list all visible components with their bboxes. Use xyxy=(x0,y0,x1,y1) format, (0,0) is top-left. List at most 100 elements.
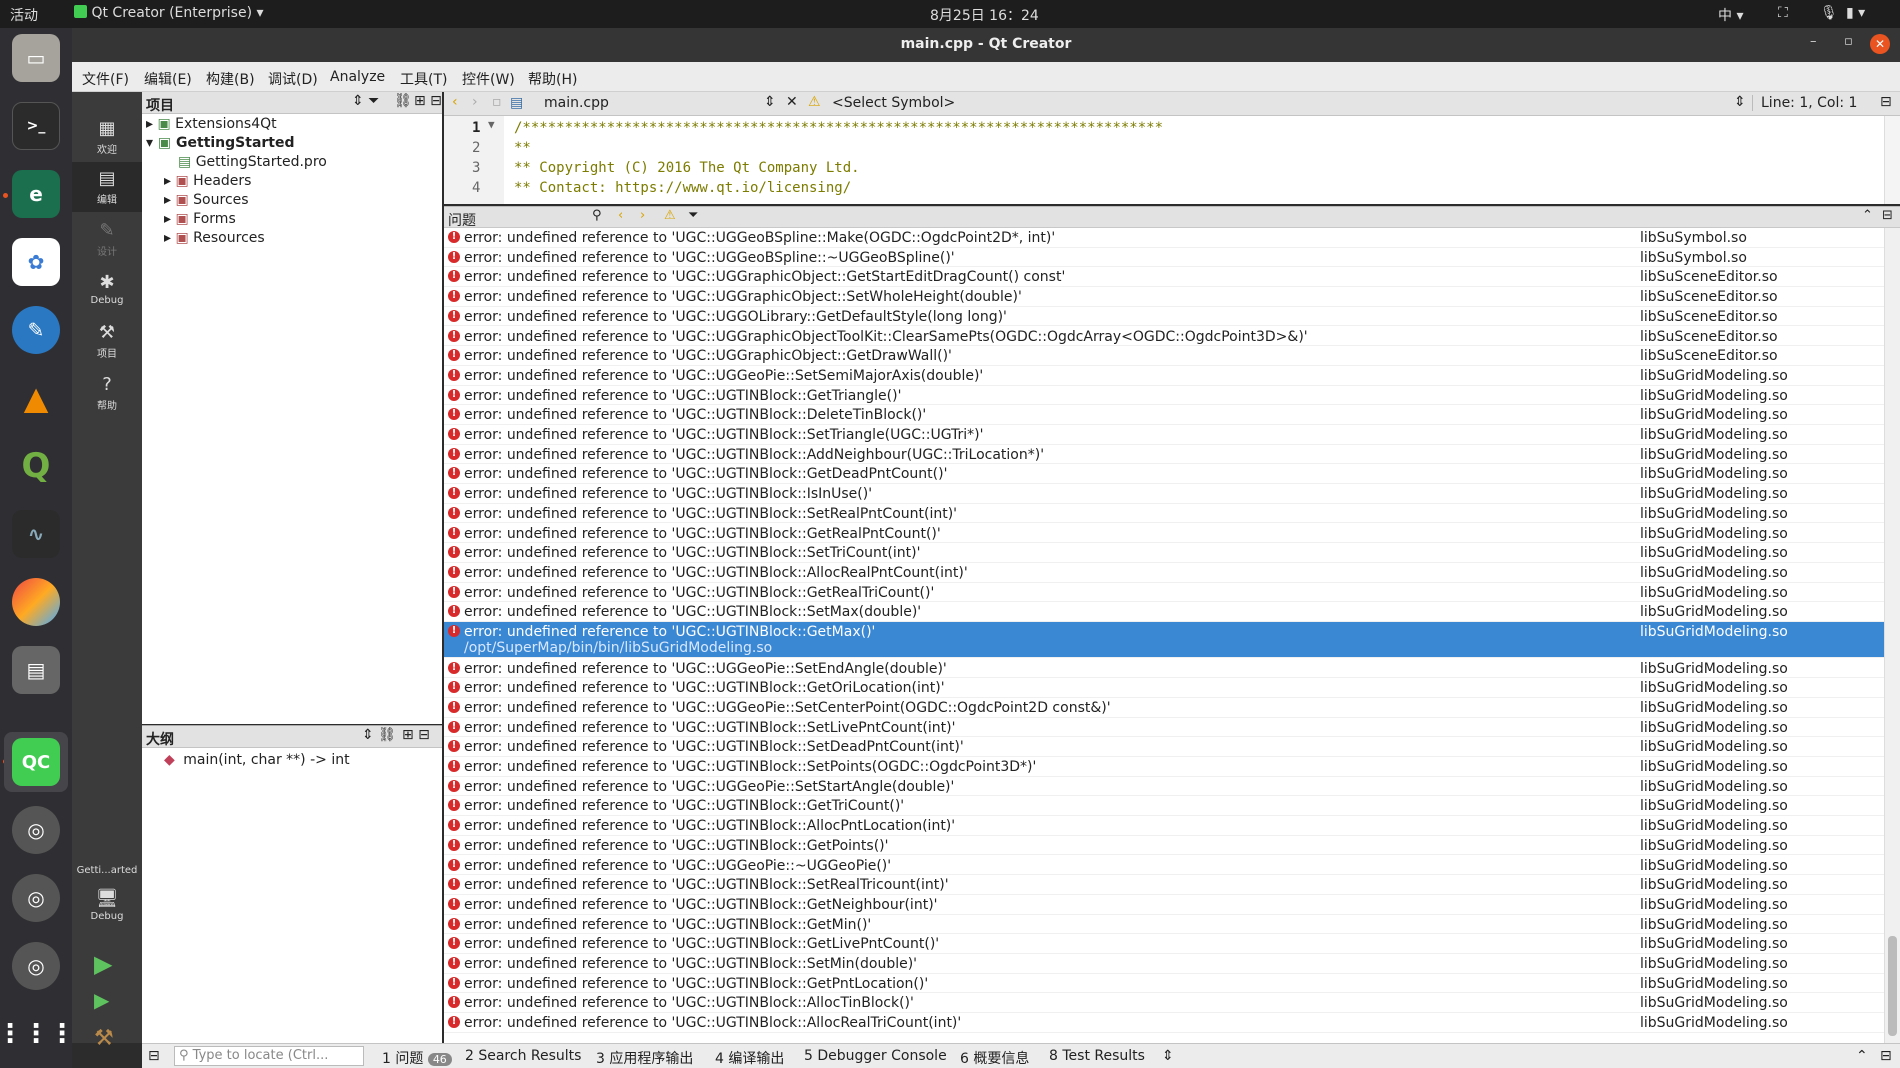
issue-row[interactable]: ! error: undefined reference to 'UGC::UGT… xyxy=(444,974,1884,994)
mode-debug[interactable]: ✱ Debug xyxy=(72,266,142,316)
close-icon[interactable]: ✕ xyxy=(1870,34,1890,54)
disc-icon[interactable]: ◎ xyxy=(12,874,60,922)
cursor-position[interactable]: Line: 1, Col: 1 xyxy=(1752,95,1857,111)
file-selector[interactable]: main.cpp xyxy=(544,95,609,111)
issue-row[interactable]: ! error: undefined reference to 'UGC::UGT… xyxy=(444,543,1884,563)
issue-row[interactable]: ! error: undefined reference to 'UGC::UGT… xyxy=(444,445,1884,465)
issues-list[interactable]: ! error: undefined reference to 'UGC::UGG… xyxy=(444,228,1884,1043)
terminal-icon[interactable]: >_ xyxy=(12,102,60,150)
filter-icon[interactable]: ⏷ xyxy=(688,208,698,223)
issue-row[interactable]: ! error: undefined reference to 'UGC::UGG… xyxy=(444,228,1884,248)
tree-node-gettingstarted[interactable]: ▾ ▣ GettingStarted xyxy=(146,135,295,154)
mode-welcome[interactable]: ▦ 欢迎 xyxy=(72,112,142,162)
window-titlebar[interactable]: main.cpp - Qt Creator – ▫ ✕ xyxy=(72,28,1900,62)
issue-row[interactable]: ! error: undefined reference to 'UGC::UGT… xyxy=(444,602,1884,622)
issue-row[interactable]: ! error: undefined reference to 'UGC::UGT… xyxy=(444,1013,1884,1033)
menu-debug[interactable]: 调试(D) xyxy=(268,69,318,89)
mode-projects[interactable]: ⚒ 项目 xyxy=(72,316,142,366)
issue-row[interactable]: ! error: undefined reference to 'UGC::UGT… xyxy=(444,836,1884,856)
menu-window[interactable]: 控件(W) xyxy=(462,69,515,89)
mode-design[interactable]: ✎ 设计 xyxy=(72,214,142,264)
app-menu[interactable]: Qt Creator (Enterprise) ▾ xyxy=(74,5,264,21)
issue-row[interactable]: ! error: undefined reference to 'UGC::UGG… xyxy=(444,698,1884,718)
tab-test-results[interactable]: 8 Test Results xyxy=(1049,1048,1145,1064)
piechart-app-icon[interactable] xyxy=(12,578,60,626)
tab-issues[interactable]: 1 问题 46 xyxy=(382,1048,452,1068)
editor-scrollbar[interactable] xyxy=(1884,116,1900,204)
filter-icon[interactable]: ⇕ ⏷ xyxy=(352,93,379,109)
clock[interactable]: 8月25日 16：24 xyxy=(930,5,1039,25)
issue-row[interactable]: ! error: undefined reference to 'UGC::UGG… xyxy=(444,856,1884,876)
run-button[interactable]: ▶ xyxy=(94,950,112,978)
toggle-right-sidebar-icon[interactable]: ⊟ xyxy=(1880,1048,1892,1064)
minimize-icon[interactable]: – xyxy=(1810,34,1817,49)
baidu-netdisk-icon[interactable]: ✿ xyxy=(12,238,60,286)
issue-row[interactable]: ! error: undefined reference to 'UGC::UGT… xyxy=(444,464,1884,485)
issue-row[interactable]: ! error: undefined reference to 'UGC::UGT… xyxy=(444,954,1884,974)
collapse-pane-icon[interactable]: ⌃ xyxy=(1862,208,1873,223)
tab-application-output[interactable]: 3 应用程序输出 xyxy=(596,1048,693,1068)
next-issue-icon[interactable]: › xyxy=(640,208,645,223)
issue-row[interactable]: ! error: undefined reference to 'UGC::UGG… xyxy=(444,659,1884,679)
file-dropdown-icon[interactable]: ⇕ xyxy=(764,94,776,110)
edge-browser-icon[interactable]: e xyxy=(12,170,60,218)
issue-row[interactable]: ! error: undefined reference to 'UGC::UGT… xyxy=(444,757,1884,777)
network-icon[interactable]: ⛶ xyxy=(1778,5,1788,21)
issue-row[interactable]: ! error: undefined reference to 'UGC::UGG… xyxy=(444,327,1884,347)
issue-row[interactable]: ! error: undefined reference to 'UGC::UGT… xyxy=(444,915,1884,935)
build-hammer-icon[interactable]: ⚒ xyxy=(94,1026,114,1051)
issue-row-selected[interactable]: ! error: undefined reference to 'UGC::UGT… xyxy=(444,622,1884,658)
tree-node-forms[interactable]: ▸ ▣ Forms xyxy=(164,211,236,230)
issue-row[interactable]: ! error: undefined reference to 'UGC::UGT… xyxy=(444,678,1884,698)
issues-scrollbar[interactable] xyxy=(1884,228,1900,1043)
microphone-icon[interactable]: 🎙 xyxy=(1820,5,1838,21)
scroll-thumb[interactable] xyxy=(1888,936,1897,1036)
menu-help[interactable]: 帮助(H) xyxy=(528,69,577,89)
disk-usage-icon[interactable]: ▤ xyxy=(12,646,60,694)
disc-icon[interactable]: ◎ xyxy=(12,806,60,854)
issue-row[interactable]: ! error: undefined reference to 'UGC::UGT… xyxy=(444,484,1884,504)
issue-row[interactable]: ! error: undefined reference to 'UGC::UGG… xyxy=(444,777,1884,797)
issue-row[interactable]: ! error: undefined reference to 'UGC::UGT… xyxy=(444,816,1884,836)
qgis-icon[interactable]: Q xyxy=(12,442,60,490)
split-icon[interactable]: ⊞ ⊟ xyxy=(414,93,442,109)
issue-row[interactable]: ! error: undefined reference to 'UGC::UGT… xyxy=(444,993,1884,1014)
tab-general-messages[interactable]: 6 概要信息 xyxy=(960,1048,1029,1068)
issue-row[interactable]: ! error: undefined reference to 'UGC::UGG… xyxy=(444,346,1884,366)
tab-debugger-console[interactable]: 5 Debugger Console xyxy=(804,1048,947,1064)
split-icon[interactable]: ⊞ ⊟ xyxy=(402,727,430,743)
qt-creator-icon[interactable]: QC xyxy=(12,738,60,786)
output-up-icon[interactable]: ⌃ xyxy=(1856,1048,1868,1064)
tree-node-resources[interactable]: ▸ ▣ Resources xyxy=(164,230,265,249)
tree-node-headers[interactable]: ▸ ▣ Headers xyxy=(164,173,251,192)
activities-button[interactable]: 活动 xyxy=(10,5,38,25)
forward-icon[interactable]: › xyxy=(472,94,478,110)
mode-help[interactable]: ? 帮助 xyxy=(72,368,142,418)
files-icon[interactable]: ▭ xyxy=(12,34,60,82)
symbol-selector[interactable]: <Select Symbol> xyxy=(832,95,955,111)
maximize-icon[interactable]: ▫ xyxy=(1844,34,1853,49)
tab-search-results[interactable]: 2 Search Results xyxy=(465,1048,581,1064)
issue-row[interactable]: ! error: undefined reference to 'UGC::UGT… xyxy=(444,737,1884,757)
link-icon[interactable]: ⛓ xyxy=(394,93,412,109)
tree-node-sources[interactable]: ▸ ▣ Sources xyxy=(164,192,249,211)
issue-row[interactable]: ! error: undefined reference to 'UGC::UGT… xyxy=(444,895,1884,915)
battery-icon[interactable]: ▮ ▾ xyxy=(1846,5,1865,21)
code-editor[interactable]: 1 ▼ 2 3 4 /*****************************… xyxy=(444,116,1900,204)
symbol-dropdown-icon[interactable]: ⇕ xyxy=(1734,94,1746,110)
toggle-sidebar-icon[interactable]: ⊟ xyxy=(148,1048,160,1064)
clean-icon[interactable]: ⚲ xyxy=(592,208,602,223)
link-icon[interactable]: ⇕ ⛓ xyxy=(362,727,396,743)
back-icon[interactable]: ‹ xyxy=(452,94,458,110)
menu-analyze[interactable]: Analyze xyxy=(330,69,385,85)
system-monitor-icon[interactable]: ∿ xyxy=(12,510,60,558)
split-editor-icon[interactable]: ⊟ xyxy=(1880,94,1892,110)
outline-item[interactable]: ◆ main(int, char **) -> int xyxy=(164,752,350,771)
issue-row[interactable]: ! error: undefined reference to 'UGC::UGG… xyxy=(444,287,1884,307)
issue-row[interactable]: ! error: undefined reference to 'UGC::UGT… xyxy=(444,563,1884,583)
menu-tools[interactable]: 工具(T) xyxy=(400,69,447,89)
issue-row[interactable]: ! error: undefined reference to 'UGC::UGT… xyxy=(444,934,1884,954)
input-method[interactable]: 中 ▾ xyxy=(1718,5,1743,25)
issue-row[interactable]: ! error: undefined reference to 'UGC::UGT… xyxy=(444,875,1884,895)
menu-edit[interactable]: 编辑(E) xyxy=(144,69,192,89)
